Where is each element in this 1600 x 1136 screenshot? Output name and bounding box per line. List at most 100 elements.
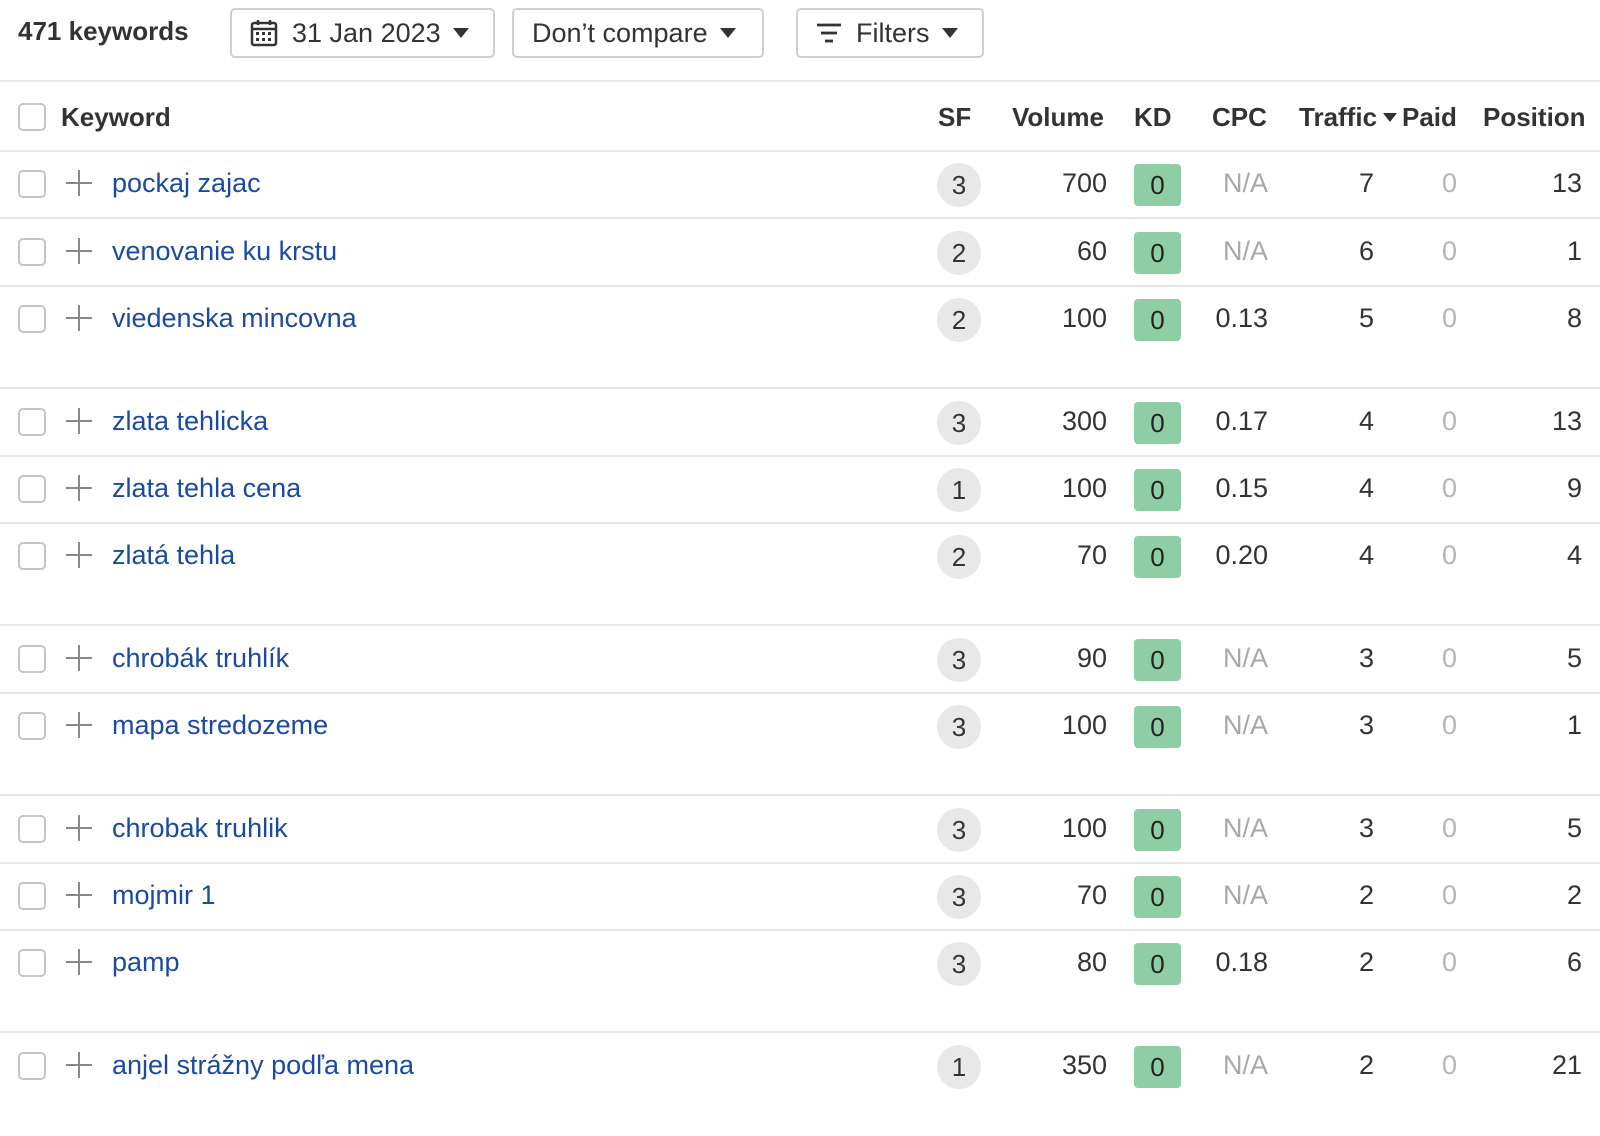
add-keyword-icon[interactable]	[66, 815, 92, 841]
table-row: viedenska mincovna 2 100 0 0.13 5 0 8	[0, 285, 1600, 354]
row-checkbox[interactable]	[18, 645, 46, 673]
keyword-link[interactable]: zlatá tehla	[112, 540, 235, 571]
cpc-value: N/A	[1222, 710, 1268, 740]
table-row: chrobak truhlik 3 100 0 N/A 3 0 5	[0, 795, 1600, 864]
row-checkbox[interactable]	[18, 1052, 46, 1080]
add-keyword-icon[interactable]	[66, 712, 92, 738]
row-checkbox[interactable]	[18, 712, 46, 740]
row-checkbox[interactable]	[18, 475, 46, 503]
calendar-icon	[250, 19, 278, 47]
sf-badge[interactable]: 1	[937, 468, 981, 512]
keyword-link[interactable]: chrobák truhlík	[112, 643, 289, 674]
select-all-checkbox[interactable]	[18, 103, 46, 131]
volume-value: 300	[1061, 406, 1107, 436]
sf-badge[interactable]: 3	[937, 705, 981, 749]
add-keyword-icon[interactable]	[66, 645, 92, 671]
keyword-link[interactable]: pamp	[112, 947, 180, 978]
traffic-value: 4	[1358, 406, 1374, 436]
cpc-value: N/A	[1222, 1050, 1268, 1080]
cpc-value: N/A	[1222, 880, 1268, 910]
row-checkbox[interactable]	[18, 542, 46, 570]
paid-value: 0	[1441, 1050, 1457, 1080]
position-value: 2	[1566, 880, 1582, 910]
position-value: 5	[1566, 813, 1582, 843]
cpc-value: 0.13	[1215, 303, 1268, 333]
column-volume[interactable]: Volume	[1012, 102, 1104, 133]
paid-value: 0	[1441, 406, 1457, 436]
keyword-link[interactable]: zlata tehlicka	[112, 406, 268, 437]
keyword-link[interactable]: mojmir 1	[112, 880, 216, 911]
kd-badge: 0	[1134, 1046, 1181, 1088]
keyword-link[interactable]: chrobak truhlik	[112, 813, 288, 844]
column-traffic[interactable]: Traffic	[1299, 102, 1398, 133]
compare-dropdown[interactable]: Don’t compare	[512, 8, 764, 58]
kd-badge: 0	[1134, 164, 1181, 206]
row-checkbox[interactable]	[18, 238, 46, 266]
column-position[interactable]: Position	[1483, 102, 1586, 133]
position-value: 5	[1566, 643, 1582, 673]
paid-value: 0	[1441, 813, 1457, 843]
traffic-value: 4	[1358, 473, 1374, 503]
add-keyword-icon[interactable]	[66, 408, 92, 434]
table-row: zlata tehla cena 1 100 0 0.15 4 0 9	[0, 455, 1600, 524]
row-checkbox[interactable]	[18, 305, 46, 333]
chevron-down-icon	[452, 28, 469, 38]
column-cpc[interactable]: CPC	[1212, 102, 1267, 133]
add-keyword-icon[interactable]	[66, 1052, 92, 1078]
keyword-link[interactable]: zlata tehla cena	[112, 473, 301, 504]
keyword-count: 471 keywords	[18, 16, 189, 46]
add-keyword-icon[interactable]	[66, 949, 92, 975]
keyword-link[interactable]: anjel strážny podľa mena	[112, 1050, 414, 1081]
add-keyword-icon[interactable]	[66, 238, 92, 264]
position-value: 13	[1551, 406, 1582, 436]
keyword-link[interactable]: venovanie ku krstu	[112, 236, 337, 267]
kd-badge: 0	[1134, 706, 1181, 748]
table-row: anjel strážny podľa mena 1 350 0 N/A 2 0…	[0, 1032, 1600, 1101]
table-row: zlatá tehla 2 70 0 0.20 4 0 4	[0, 522, 1600, 591]
sf-badge[interactable]: 3	[937, 808, 981, 852]
table-row: mojmir 1 3 70 0 N/A 2 0 2	[0, 862, 1600, 931]
keyword-link[interactable]: viedenska mincovna	[112, 303, 357, 334]
row-checkbox[interactable]	[18, 815, 46, 843]
group-divider	[0, 387, 1600, 389]
filters-button[interactable]: Filters	[796, 8, 984, 58]
sort-desc-icon	[1383, 113, 1398, 122]
traffic-value: 3	[1358, 813, 1374, 843]
sf-badge[interactable]: 1	[937, 1045, 981, 1089]
sf-badge[interactable]: 3	[937, 638, 981, 682]
kd-badge: 0	[1134, 876, 1181, 918]
date-picker-button[interactable]: 31 Jan 2023	[230, 8, 495, 58]
traffic-value: 2	[1358, 880, 1374, 910]
keyword-link[interactable]: pockaj zajac	[112, 168, 261, 199]
column-sf[interactable]: SF	[938, 102, 971, 133]
toolbar: 471 keywords 31 Jan 2023 Don’t compare F…	[0, 0, 1600, 82]
column-paid[interactable]: Paid	[1402, 102, 1457, 133]
traffic-value: 6	[1358, 236, 1374, 266]
add-keyword-icon[interactable]	[66, 475, 92, 501]
paid-value: 0	[1441, 643, 1457, 673]
paid-value: 0	[1441, 880, 1457, 910]
keyword-link[interactable]: mapa stredozeme	[112, 710, 328, 741]
add-keyword-icon[interactable]	[66, 882, 92, 908]
row-checkbox[interactable]	[18, 949, 46, 977]
cpc-value: N/A	[1222, 643, 1268, 673]
table-row: pamp 3 80 0 0.18 2 0 6	[0, 929, 1600, 998]
add-keyword-icon[interactable]	[66, 542, 92, 568]
paid-value: 0	[1441, 947, 1457, 977]
add-keyword-icon[interactable]	[66, 305, 92, 331]
sf-badge[interactable]: 3	[937, 401, 981, 445]
row-checkbox[interactable]	[18, 882, 46, 910]
cpc-value: N/A	[1222, 813, 1268, 843]
traffic-value: 3	[1358, 643, 1374, 673]
sf-badge[interactable]: 3	[937, 875, 981, 919]
sf-badge[interactable]: 3	[937, 942, 981, 986]
column-keyword[interactable]: Keyword	[61, 102, 171, 133]
row-checkbox[interactable]	[18, 408, 46, 436]
row-checkbox[interactable]	[18, 170, 46, 198]
sf-badge[interactable]: 2	[937, 231, 981, 275]
add-keyword-icon[interactable]	[66, 170, 92, 196]
sf-badge[interactable]: 2	[937, 535, 981, 579]
sf-badge[interactable]: 3	[937, 163, 981, 207]
column-kd[interactable]: KD	[1134, 102, 1172, 133]
sf-badge[interactable]: 2	[937, 298, 981, 342]
